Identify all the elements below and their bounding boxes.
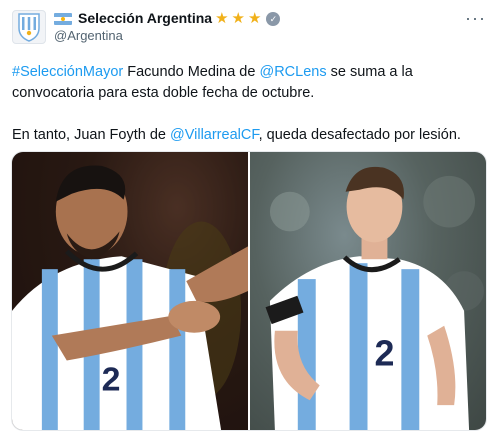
player-left-illustration: 2 [12, 152, 248, 430]
star-icon: ★ [231, 9, 245, 27]
account-name[interactable]: Selección Argentina [78, 10, 212, 27]
account-handle[interactable]: @Argentina [54, 27, 280, 44]
tweet-text-segment: Facundo Medina de [123, 64, 260, 80]
account-avatar[interactable] [12, 10, 46, 44]
tweet-text-segment: , queda desafectado por lesión. [258, 127, 461, 143]
tweet-line: En tanto, Juan Foyth de @VillarrealCF, q… [12, 125, 488, 146]
tweet-card: Selección Argentina ★ ★ ★ ✓ @Argentina ·… [0, 0, 500, 440]
account-identity: Selección Argentina ★ ★ ★ ✓ @Argentina [54, 9, 281, 44]
mention-link-villarreal[interactable]: @VillarrealCF [170, 127, 259, 143]
tweet-text-segment: se suma a la [326, 64, 413, 80]
tweet-text-segment: En tanto, Juan Foyth de [12, 127, 170, 143]
jersey-number: 2 [102, 360, 121, 398]
jersey-number: 2 [374, 334, 394, 374]
mention-link-rclens[interactable]: @RCLens [259, 64, 326, 80]
tweet-header: Selección Argentina ★ ★ ★ ✓ @Argentina ·… [12, 9, 488, 52]
argentina-flag-icon [54, 12, 72, 25]
star-icon: ★ [215, 9, 229, 27]
more-options-icon[interactable]: ··· [465, 9, 486, 27]
account-name-row: Selección Argentina ★ ★ ★ ✓ [54, 9, 281, 27]
tweet-line: convocatoria para esta doble fecha de oc… [12, 85, 315, 101]
tweet-text: #SelecciónMayor Facundo Medina de @RCLen… [12, 62, 488, 146]
afa-crest-icon [18, 13, 40, 42]
tweet-media: 2 2 [11, 151, 487, 431]
photo-facundo-medina[interactable]: 2 [12, 152, 248, 430]
verified-badge-icon[interactable]: ✓ [266, 11, 281, 26]
player-right-illustration: 2 [265, 166, 485, 430]
photo-juan-foyth[interactable]: 2 [250, 152, 486, 430]
hashtag-link[interactable]: #SelecciónMayor [12, 64, 123, 80]
tweet-line: #SelecciónMayor Facundo Medina de @RCLen… [12, 62, 488, 83]
star-icon: ★ [247, 9, 262, 27]
